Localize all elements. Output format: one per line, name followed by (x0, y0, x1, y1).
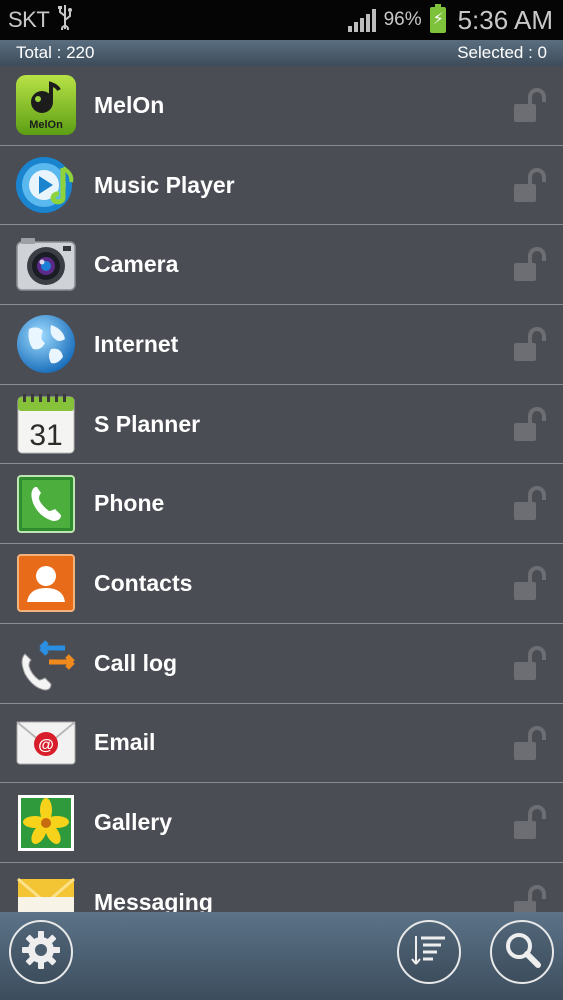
app-row-internet[interactable]: Internet (0, 305, 563, 385)
app-name: Camera (94, 251, 179, 278)
app-row-gallery[interactable]: Gallery (0, 783, 563, 863)
app-name: Email (94, 729, 156, 756)
battery-percent: 96% (383, 9, 422, 30)
bottom-toolbar (0, 912, 563, 1000)
search-icon (502, 930, 542, 975)
carrier-label: SKT (8, 7, 50, 32)
internet-icon (15, 313, 77, 375)
phone-icon (15, 473, 77, 535)
unlocked-padlock-icon[interactable] (513, 167, 549, 204)
app-name: MelOn (94, 91, 165, 118)
unlocked-padlock-icon[interactable] (513, 88, 549, 124)
app-row-phone[interactable]: Phone (0, 464, 563, 545)
total-count: Total : 220 (16, 43, 95, 62)
contacts-icon (15, 552, 77, 614)
clock: 5:36 AM (457, 4, 553, 35)
app-row-melon[interactable]: MelOn MelOn (0, 66, 563, 146)
app-name: Call log (94, 649, 178, 676)
app-lock-screen: SKT 96% ⚡ 5:36 AM Total : 220 Selected :… (0, 0, 563, 1000)
messaging-icon (15, 871, 77, 912)
settings-icon (19, 928, 63, 977)
usb-icon (57, 4, 73, 36)
unlocked-padlock-icon[interactable] (513, 247, 549, 283)
unlocked-padlock-icon[interactable] (513, 805, 549, 841)
call-log-icon (15, 632, 77, 694)
app-name: Contacts (94, 569, 193, 596)
app-row-camera[interactable]: Camera (0, 225, 563, 306)
app-row-call-log[interactable]: Call log (0, 623, 563, 704)
app-name: Internet (94, 330, 179, 357)
app-name: Messaging (94, 888, 213, 912)
calendar-icon: 31 (15, 393, 77, 455)
app-row-email[interactable]: @ Email (0, 703, 563, 784)
selected-count: Selected : 0 (457, 43, 547, 62)
unlocked-padlock-icon[interactable] (513, 406, 549, 443)
sort-icon (409, 930, 449, 975)
gallery-icon (15, 792, 77, 854)
app-row-messaging[interactable]: Messaging (0, 862, 563, 912)
app-row-music-player[interactable]: Music Player (0, 145, 563, 226)
unlocked-padlock-icon[interactable] (513, 566, 549, 602)
app-list[interactable]: MelOn MelOn Music Player Camera Internet… (0, 66, 563, 912)
calendar-icon-text: 31 (29, 419, 62, 452)
unlocked-padlock-icon[interactable] (513, 884, 549, 912)
app-name: Phone (94, 490, 165, 517)
status-bar: SKT 96% ⚡ 5:36 AM (0, 0, 563, 40)
unlocked-padlock-icon[interactable] (513, 327, 549, 363)
melon-icon: MelOn (15, 74, 77, 136)
email-icon: @ (15, 712, 77, 774)
sort-button[interactable] (397, 920, 461, 984)
music-player-icon (15, 154, 77, 216)
camera-icon (15, 234, 77, 296)
app-name: Gallery (94, 809, 172, 836)
search-button[interactable] (490, 920, 554, 984)
selection-header: Total : 220 Selected : 0 (0, 40, 563, 66)
unlocked-padlock-icon[interactable] (513, 725, 549, 762)
app-name: S Planner (94, 410, 201, 437)
unlocked-padlock-icon[interactable] (513, 486, 549, 522)
app-name: Music Player (94, 171, 235, 198)
battery-charging-icon: ⚡ (429, 4, 446, 33)
app-row-contacts[interactable]: Contacts (0, 544, 563, 624)
status-bar-left: SKT (8, 4, 73, 36)
melon-icon-text: MelOn (29, 119, 63, 131)
signal-icon (347, 8, 376, 32)
svg-text:@: @ (38, 737, 54, 754)
settings-button[interactable] (9, 920, 73, 984)
unlocked-padlock-icon[interactable] (513, 645, 549, 682)
status-bar-right: 96% ⚡ 5:36 AM (347, 4, 553, 36)
app-row-s-planner[interactable]: 31 S Planner (0, 384, 563, 465)
